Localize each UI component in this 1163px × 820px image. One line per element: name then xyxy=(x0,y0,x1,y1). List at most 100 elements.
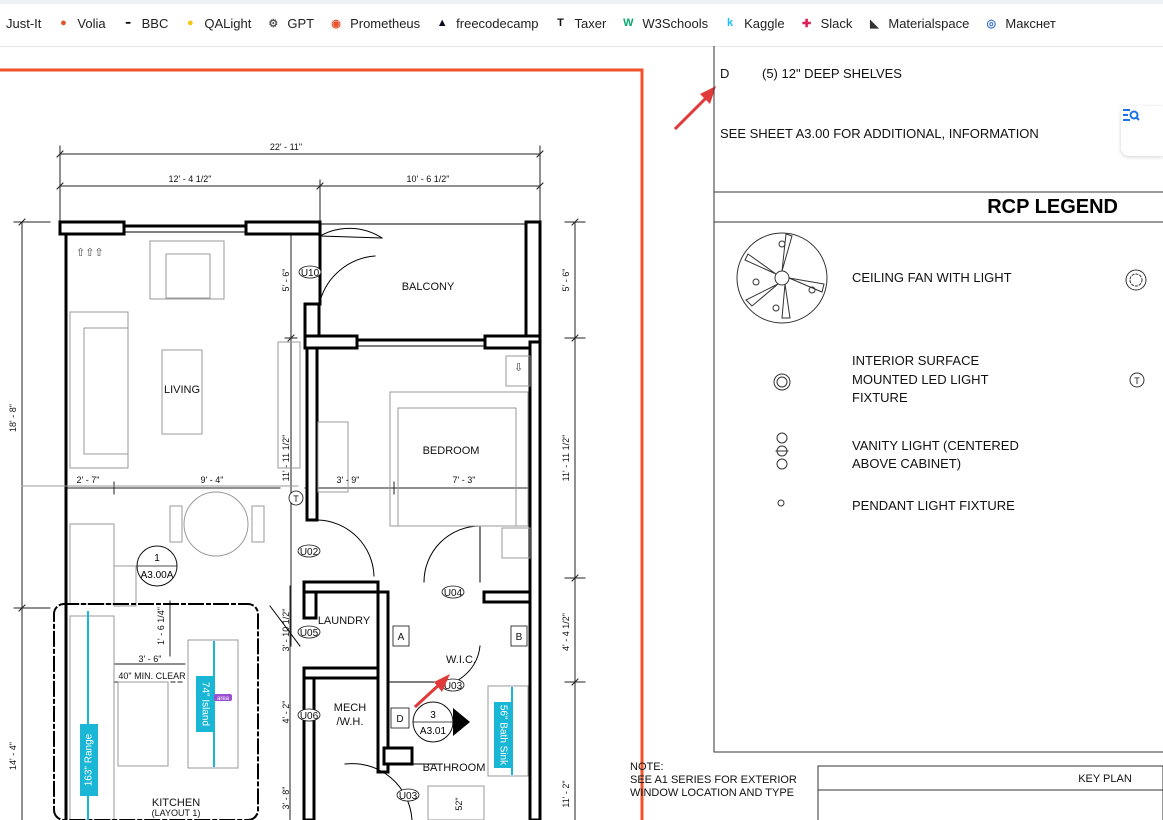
dim-4-2: 4' - 2" xyxy=(281,701,291,724)
dim-left-lower: 14' - 4" xyxy=(8,742,18,770)
bookmark-label: Volia xyxy=(77,15,106,31)
shelf-code: D xyxy=(720,66,729,81)
bath-sink-label: 56" Bath Sink xyxy=(497,705,508,766)
dim-3-9: 3' - 9" xyxy=(337,475,360,485)
bookmark-label: Taxer xyxy=(574,15,607,31)
detail-mark-num: 3 xyxy=(430,710,436,721)
bookmark-taxer[interactable]: T Taxer xyxy=(547,9,613,37)
pendant-light-icon xyxy=(777,499,785,507)
tag-u02: U02 xyxy=(300,547,319,558)
clear-note: 40" MIN. CLEAR xyxy=(118,671,186,681)
thin-wall-lines xyxy=(123,223,527,765)
legend-vanity-label-2: ABOVE CABINET) xyxy=(852,456,961,471)
bookmarks-bar: Just-It ● Volia ▪▪▪ BBC ● QALight ⚙ GPT ◉ Promethe… xyxy=(0,0,1163,47)
vanity-light-icon xyxy=(775,432,789,470)
bookmark-label: Kaggle xyxy=(744,15,785,31)
dim-2-7: 2' - 7" xyxy=(77,475,100,485)
legend-vanity-label-1: VANITY LIGHT (CENTERED xyxy=(852,438,1019,453)
room-wic: W.I.C. xyxy=(446,654,476,666)
bookmark-label: Just-It xyxy=(6,15,42,31)
dim-right-upper: 5' - 6" xyxy=(561,269,571,292)
bookmark-label: W3Schools xyxy=(642,15,709,31)
dim-left-top: 12' - 4 1/2" xyxy=(169,174,212,184)
note-line-1: SEE A1 SERIES FOR EXTERIOR xyxy=(630,774,797,786)
tag-b: B xyxy=(516,632,523,643)
legend-led-label-3: FIXTURE xyxy=(852,390,908,405)
openai-icon: ⚙ xyxy=(268,17,279,30)
bookmark-label: Макснет xyxy=(1005,15,1056,31)
sheet-border xyxy=(0,68,644,820)
bookmark-qalight[interactable]: ● QALight xyxy=(176,9,257,37)
volia-icon: ● xyxy=(60,17,67,29)
maksnet-icon: ◎ xyxy=(986,17,997,30)
bookmark-макснет[interactable]: ◎ Макснет xyxy=(977,9,1061,37)
dim-1-6: 1' - 6 1/4" xyxy=(156,607,166,645)
legend-led-label-2: MOUNTED LED LIGHT xyxy=(852,372,989,387)
room-mech-wh: /W.H. xyxy=(337,716,364,728)
bookmark-kaggle[interactable]: k Kaggle xyxy=(716,9,790,37)
dimension-labels: 22' - 11" 12' - 4 1/2" 10' - 6 1/2" 18' … xyxy=(8,142,571,811)
exterior-note: NOTE: SEE A1 SERIES FOR EXTERIOR WINDOW … xyxy=(630,761,797,799)
tag-d: D xyxy=(396,714,403,725)
room-bedroom: BEDROOM xyxy=(423,445,480,457)
bookmark-gpt[interactable]: ⚙ GPT xyxy=(259,9,320,37)
section-mark-num: 1 xyxy=(154,553,160,564)
bookmark-just-it[interactable]: Just-It xyxy=(0,9,47,37)
bookmark-materialspace[interactable]: ◣ Materialspace xyxy=(860,9,975,37)
dim-left-side: 18' - 8" xyxy=(8,404,18,432)
floor-plan-viewer[interactable]: ⇧⇧⇧ ⇩ 22' - 11" 12' - 4 1/2" 10' - 6 1/2… xyxy=(0,46,1163,820)
tag-t: T xyxy=(293,494,299,504)
tag-u10: U10 xyxy=(301,268,320,279)
prometheus-icon: ◉ xyxy=(331,17,341,30)
detail-mark-ref: A3.01 xyxy=(420,726,447,737)
kaggle-icon: k xyxy=(727,17,734,29)
bookmark-slack[interactable]: ✚ Slack xyxy=(793,9,859,37)
annotation-arrows xyxy=(413,86,716,709)
bookmark-volia[interactable]: ● Volia xyxy=(49,9,111,37)
see-sheet-note: SEE SHEET A3.00 FOR ADDITIONAL, INFORMAT… xyxy=(720,126,1039,141)
tag-u04: U04 xyxy=(444,588,463,599)
slack-icon: ✚ xyxy=(801,17,812,30)
legend-labels: CEILING FAN WITH LIGHT INTERIOR SURFACE … xyxy=(852,270,1019,513)
tag-u03-b: U03 xyxy=(399,791,418,802)
bookmark-label: QALight xyxy=(204,15,252,31)
legend-fan-label: CEILING FAN WITH LIGHT xyxy=(852,270,1012,285)
taxer-icon: T xyxy=(557,17,564,29)
side-panel-toggle[interactable] xyxy=(1121,106,1163,156)
room-laundry: LAUNDRY xyxy=(318,615,371,627)
materialspace-icon: ◣ xyxy=(870,17,879,30)
legend-panel: D (5) 12" DEEP SHELVES SEE SHEET A3.00 F… xyxy=(713,46,1163,820)
tag-a: A xyxy=(398,632,405,643)
w3schools-icon: W xyxy=(623,17,634,29)
room-balcony: BALCONY xyxy=(402,281,455,293)
dim-inner-mid: 11' - 11 1/2" xyxy=(281,435,291,482)
dim-right-mid: 11' - 11 1/2" xyxy=(561,435,571,482)
dim-overall: 22' - 11" xyxy=(270,142,302,152)
bookmark-bbc[interactable]: ▪▪▪ BBC xyxy=(114,9,175,37)
room-living: LIVING xyxy=(164,384,200,396)
range-label: 163" Range xyxy=(84,733,95,786)
bookmark-label: Materialspace xyxy=(888,15,970,31)
note-line-2: WINDOW LOCATION AND TYPE xyxy=(630,787,794,799)
bookmark-label: Prometheus xyxy=(350,15,421,31)
freecodecamp-icon: ▲ xyxy=(436,17,448,29)
window-arrows: ⇧⇧⇧ xyxy=(76,247,104,259)
search-list-icon xyxy=(1123,109,1140,121)
furniture xyxy=(69,240,531,820)
bookmark-label: Slack xyxy=(820,15,853,31)
tag-u05: U05 xyxy=(300,628,319,639)
dim-right-bottom: 11' - 2" xyxy=(561,780,571,807)
legend-pendant-label: PENDANT LIGHT FIXTURE xyxy=(852,498,1015,513)
walls xyxy=(58,220,542,820)
window-arrow: ⇩ xyxy=(514,362,523,374)
bookmark-prometheus[interactable]: ◉ Prometheus xyxy=(322,9,426,37)
bookmark-w3schools[interactable]: W W3Schools xyxy=(614,9,714,37)
dim-7-3: 7' - 3" xyxy=(453,475,476,485)
rcp-legend-title: RCP LEGEND xyxy=(987,196,1118,218)
toolbar-edge xyxy=(0,0,1163,4)
shelf-text: (5) 12" DEEP SHELVES xyxy=(762,66,902,81)
section-mark: 1 A3.00A xyxy=(136,545,178,587)
detail-mark: 3 A3.01 xyxy=(412,701,470,743)
note-title: NOTE: xyxy=(630,761,664,773)
bookmark-freecodecamp[interactable]: ▲ freecodecamp xyxy=(428,9,544,37)
